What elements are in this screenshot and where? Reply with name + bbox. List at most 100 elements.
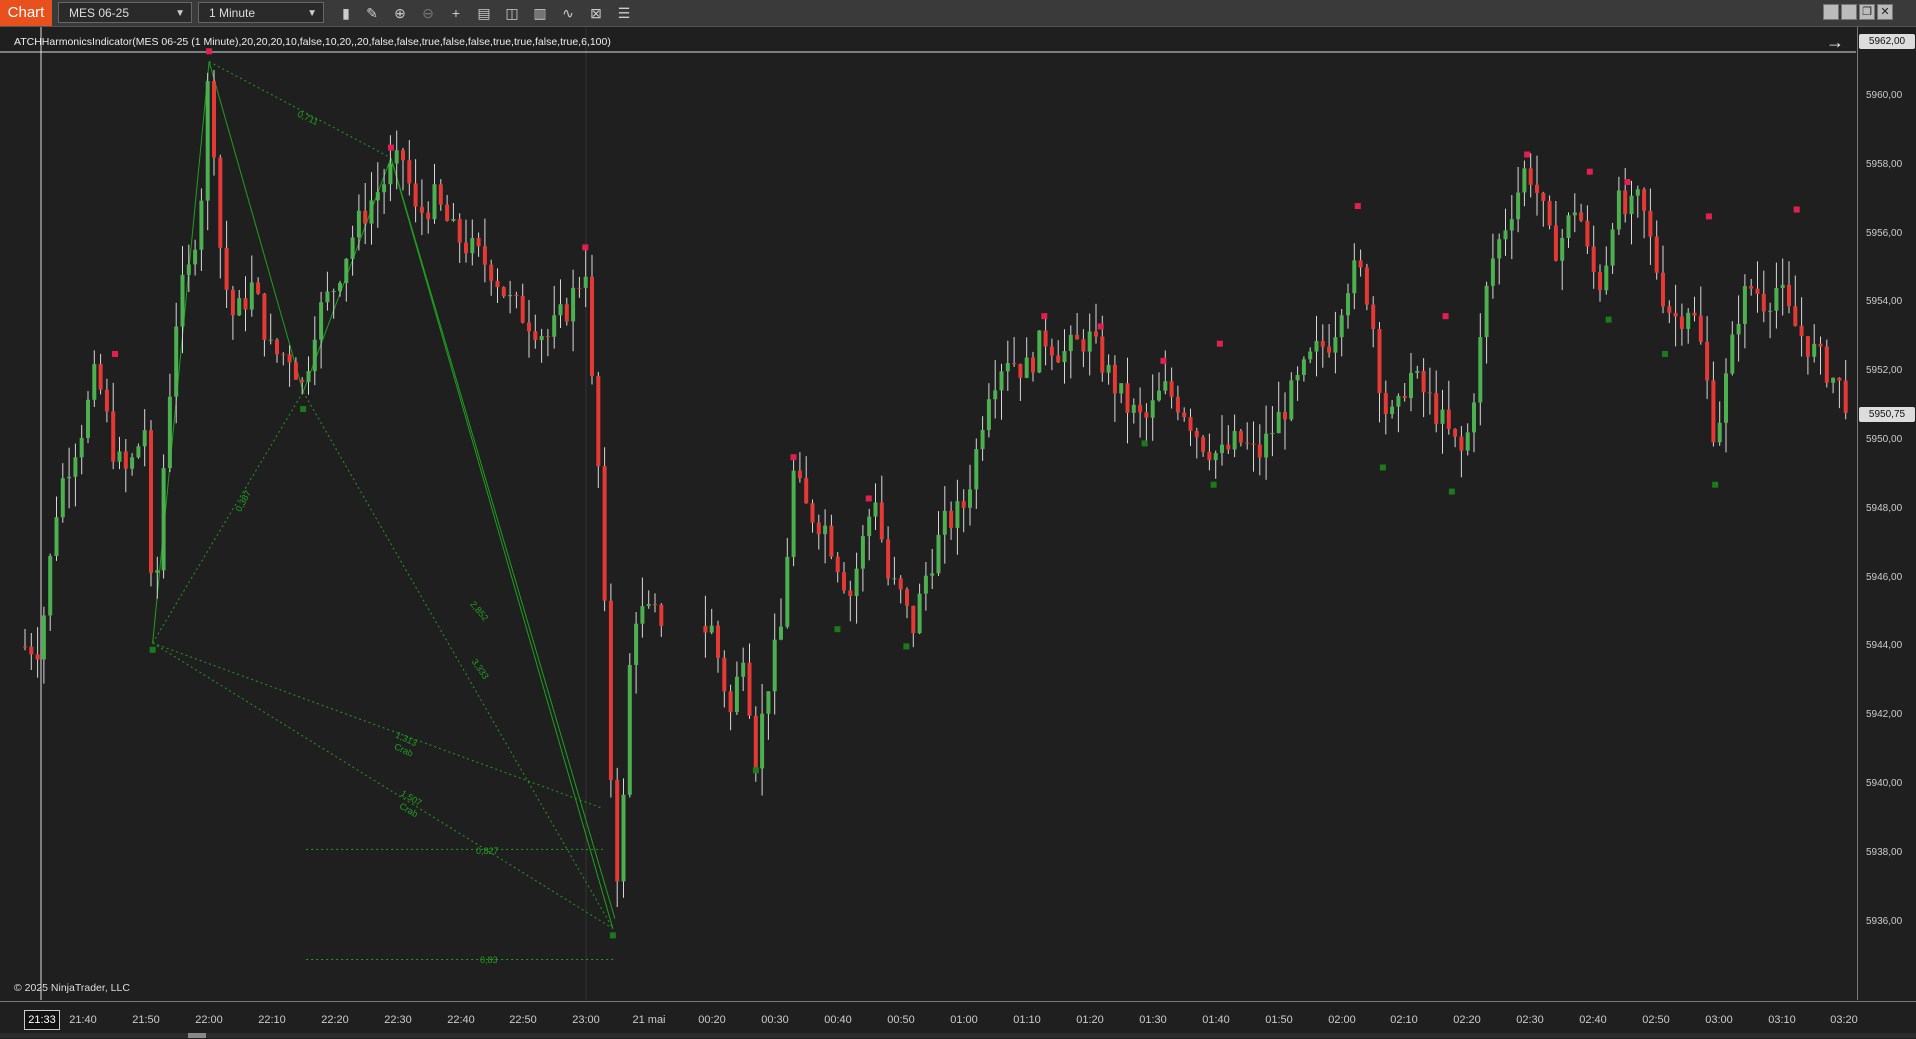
candle-up [1522,168,1527,193]
candle-down [1125,383,1130,413]
horizontal-scrollbar[interactable] [0,1033,1916,1038]
candle-up [205,81,210,201]
bar-type-icon[interactable]: ▮ [336,3,356,23]
swing-high-marker [206,48,213,55]
time-axis-label: 01:20 [1076,1014,1104,1026]
candle-up [930,573,935,576]
zoom-out-icon[interactable]: ⊖ [418,3,438,23]
swing-low-marker [149,646,156,653]
candle-up [1119,383,1124,394]
candle-down [1824,346,1829,383]
candle-down [1579,212,1584,221]
pencil-icon[interactable]: ✎ [362,3,382,23]
candle-down [1257,444,1262,458]
candle-down [1283,412,1287,420]
price-chart[interactable]: → [0,27,1856,1000]
candle-up [873,502,878,517]
candle-up [734,676,739,713]
candle-down [747,662,752,716]
candle-up [325,291,330,303]
swing-low-marker [609,932,616,939]
candle-down [1081,339,1086,352]
data-box-icon[interactable]: ▤ [474,3,494,23]
candle-down [1427,392,1432,394]
candle-up [1490,258,1495,286]
candle-down [407,160,412,184]
candle-down [457,218,462,243]
candle-down [489,264,494,281]
price-axis[interactable]: 5960,00 5958,00 5956,00 5954,00 5952,00 5950,… [1857,27,1916,1000]
candle-up [1062,351,1067,363]
candle-down [111,411,116,462]
candle-down [1100,336,1105,373]
properties-icon[interactable]: ◫ [502,3,522,23]
candle-down [1144,412,1149,418]
candle-down [495,280,500,288]
candle-down [501,287,506,297]
indicators-icon[interactable]: ⊠ [586,3,606,23]
swing-high-marker [1442,313,1449,320]
candle-up [432,184,437,220]
candle-down [104,389,109,412]
candle-up [1736,323,1741,335]
candle-down [23,646,27,648]
candle-up [741,662,746,677]
candle-down [659,604,664,627]
candle-down [1446,409,1451,429]
scrollbar-thumb[interactable] [188,1033,206,1038]
maximize-icon[interactable] [1841,4,1857,20]
tile-icon[interactable]: ❐ [1859,4,1875,20]
swing-high-marker [1705,213,1712,220]
candle-down [1031,357,1035,373]
candle-up [1724,373,1728,423]
candle-down [1049,346,1054,356]
candle-down [848,590,853,597]
chart-panel[interactable]: → 0,711 0,387 2,852 3,333 1,313 Crab 1,507 Crab… [0,27,1856,1000]
chart-tab[interactable]: Chart [0,0,52,26]
candle-down [1642,189,1647,211]
candle-down [1528,168,1533,185]
candle-up [779,626,783,640]
candle-up [54,517,59,557]
candle-up [1005,363,1010,372]
swing-low-marker [1712,481,1719,488]
swing-low-marker [752,767,759,774]
candle-up [1497,239,1502,259]
strategies-icon[interactable]: ∿ [558,3,578,23]
restore-icon[interactable] [1823,4,1839,20]
price-axis-label: 5948,00 [1866,502,1903,514]
candle-up [117,451,122,462]
price-axis-label: 5956,00 [1866,227,1903,239]
swing-low-marker [1379,464,1386,471]
candle-down [35,654,40,660]
zoom-in-icon[interactable]: ⊕ [390,3,410,23]
price-axis-label: 5958,00 [1866,158,1903,170]
pattern-leg-xa [152,61,210,644]
candle-down [564,304,569,322]
time-axis-label: 03:20 [1830,1014,1858,1026]
interval-selector[interactable]: 1 Minute ▼ [198,2,324,23]
candle-up [823,525,828,535]
candle-up [1396,395,1401,407]
candle-down [445,204,450,221]
time-axis-label: 01:10 [1013,1014,1041,1026]
candle-up [186,264,191,275]
candle-up [1232,431,1237,450]
templates-icon[interactable]: ▥ [530,3,550,23]
candle-up [968,489,972,508]
candle-up [892,578,897,580]
candle-down [533,331,538,341]
instrument-selector[interactable]: MES 06-25 ▼ [58,2,192,23]
close-icon[interactable]: ✕ [1877,4,1893,20]
price-axis-label: 5940,00 [1866,778,1903,789]
candle-down [256,282,261,294]
candle-up [583,276,588,288]
candle-down [703,626,708,633]
candle-down [602,466,607,601]
candle-down [1182,412,1187,418]
crosshair-icon[interactable]: + [446,3,466,23]
price-axis-label: 5942,00 [1866,709,1903,721]
candle-up [369,200,374,224]
list-icon[interactable]: ☰ [614,3,634,23]
candle-up [1616,190,1621,230]
